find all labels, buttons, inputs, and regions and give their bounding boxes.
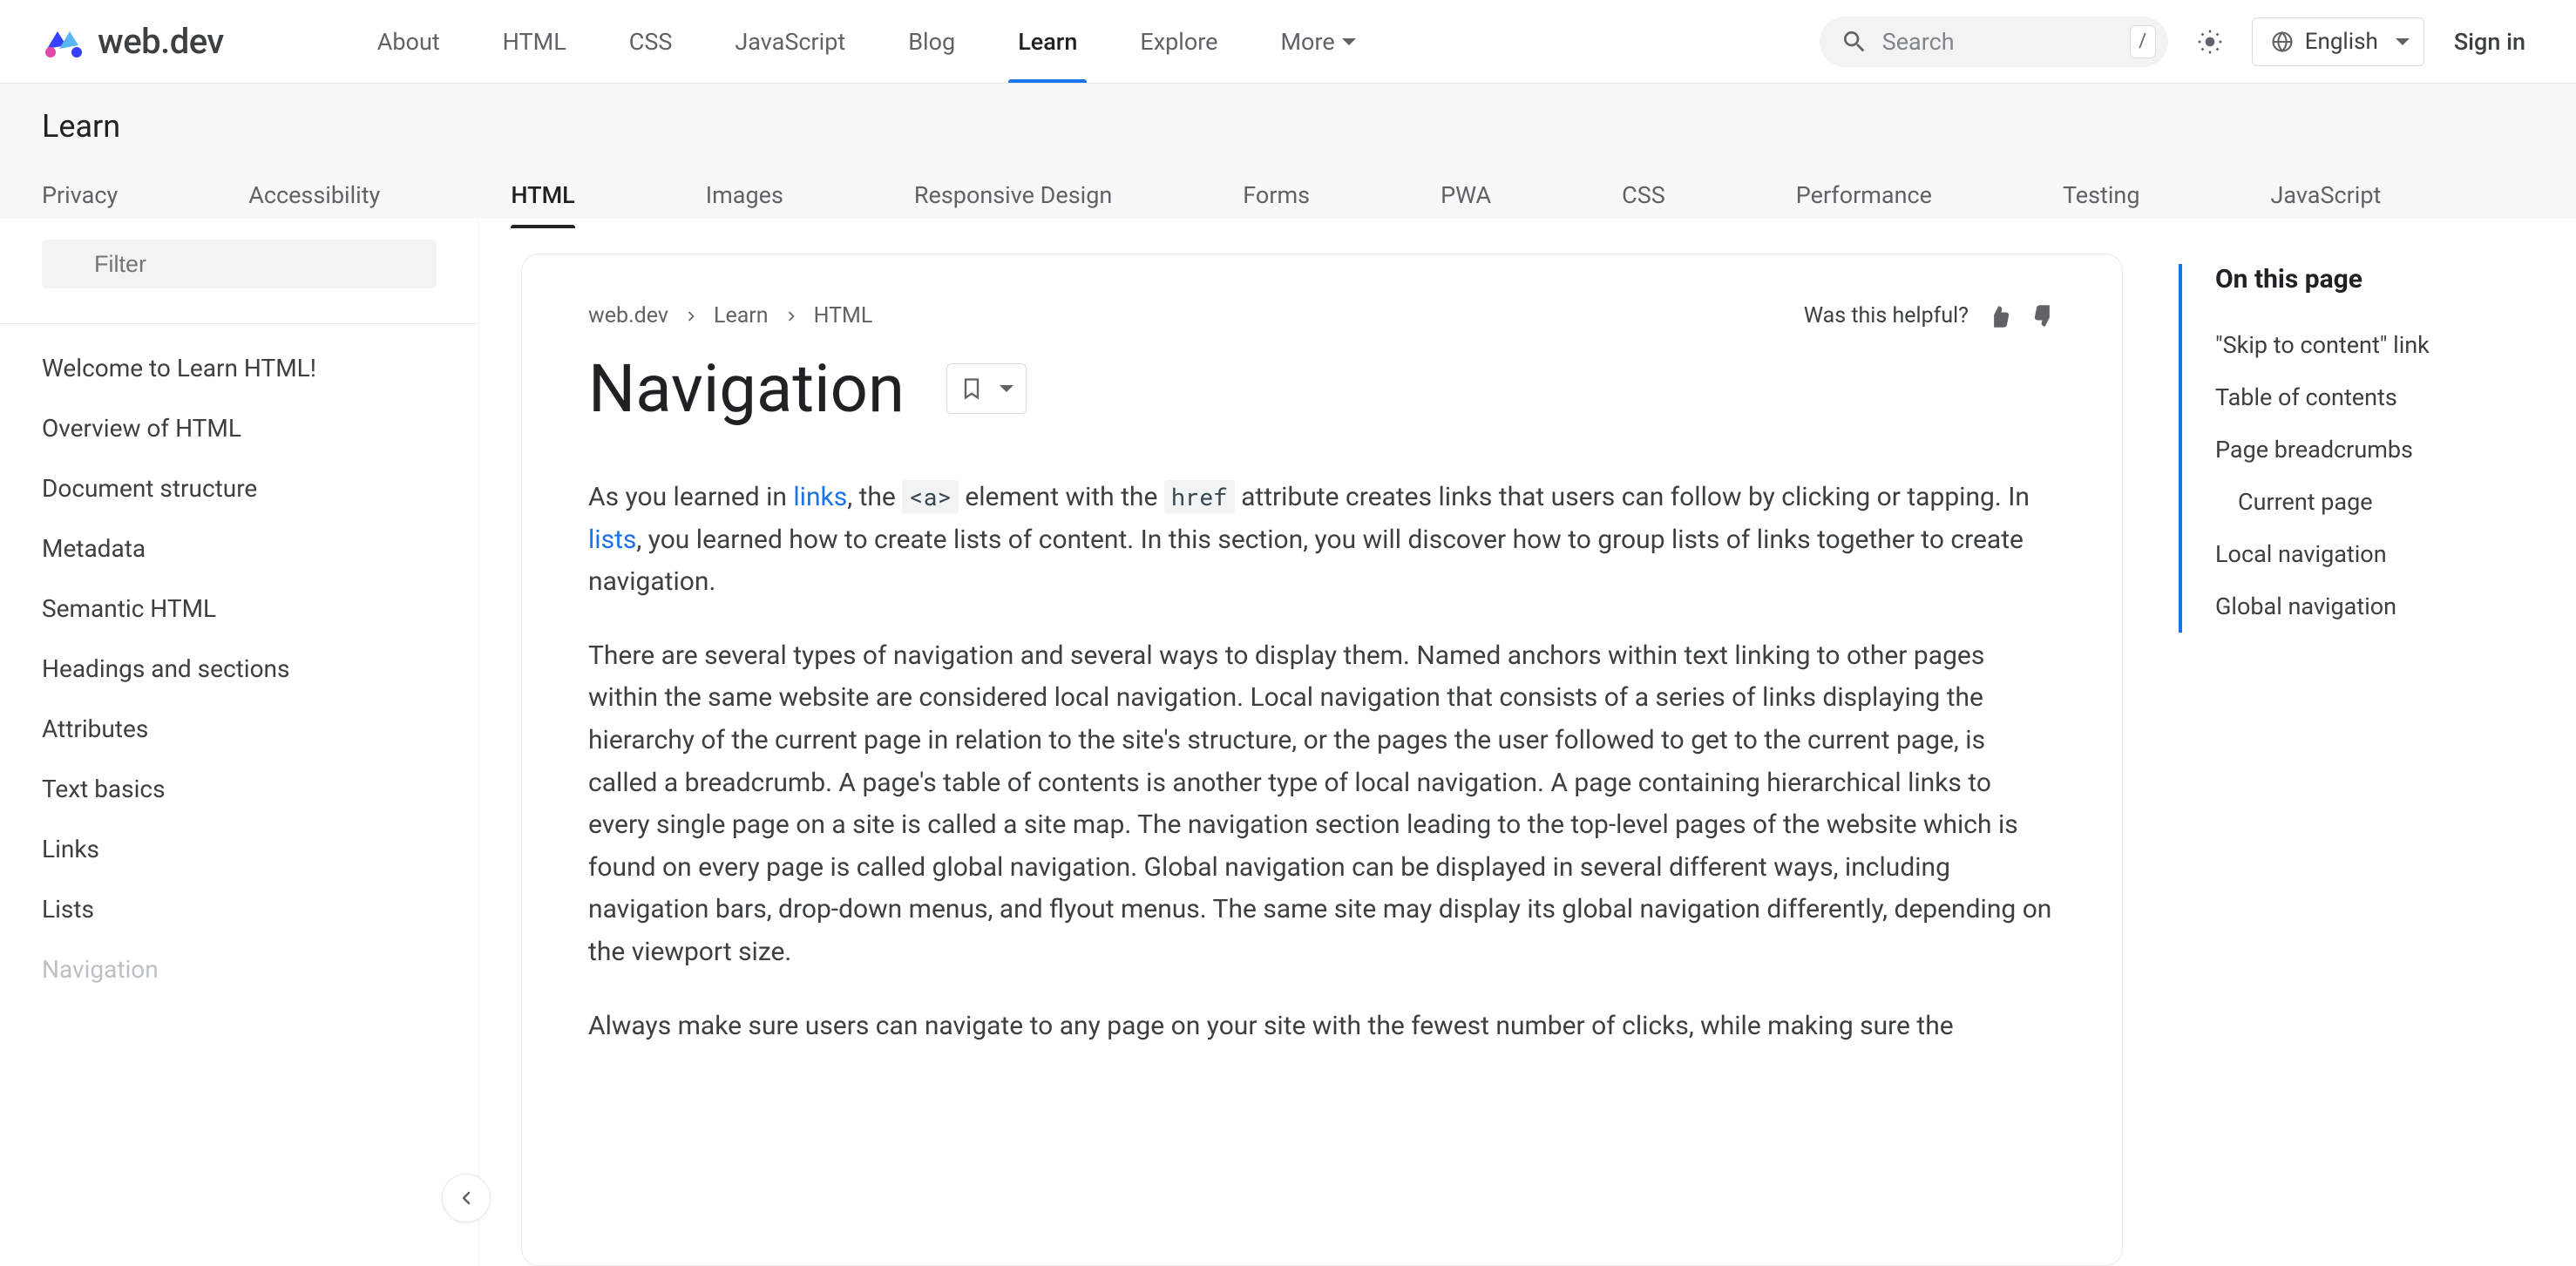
language-label: English [2305,29,2378,55]
top-tab-learn[interactable]: Learn [986,0,1108,83]
sidebar-item-navigation[interactable]: Navigation [0,939,478,999]
subtab-javascript[interactable]: JavaScript [2271,164,2382,228]
helpful-label: Was this helpful? [1804,303,1969,328]
sidebar-collapse-button[interactable] [442,1174,491,1222]
subtab-forms[interactable]: Forms [1243,164,1310,228]
sidebar-item-links[interactable]: Links [0,819,478,879]
toc-item-current-page[interactable]: Current page [2215,476,2550,528]
toc-item-breadcrumbs[interactable]: Page breadcrumbs [2215,423,2550,476]
bookmark-button[interactable] [946,363,1027,414]
subtab-performance[interactable]: Performance [1796,164,1932,228]
sidebar-scroll[interactable]: Welcome to Learn HTML! Overview of HTML … [0,338,478,1266]
toc-title: On this page [2215,264,2550,294]
search-icon [1840,28,1868,56]
theme-toggle[interactable] [2189,21,2231,63]
top-right: Search / English Sign in [1820,17,2534,67]
subtab-testing[interactable]: Testing [2063,164,2140,228]
chevron-down-icon [2396,38,2410,45]
link-lists[interactable]: lists [588,525,636,555]
paragraph: Always make sure users can navigate to a… [588,1005,2056,1048]
divider [0,323,478,324]
top-tab-html[interactable]: HTML [471,0,598,83]
toc-item-skip[interactable]: "Skip to content" link [2215,319,2550,371]
filter-container [0,219,478,309]
toc-item-toc[interactable]: Table of contents [2215,371,2550,423]
breadcrumb: web.dev Learn HTML [588,303,872,328]
sidebar-item-overview[interactable]: Overview of HTML [0,398,478,458]
thumb-down-icon[interactable] [2031,304,2056,328]
search-input[interactable]: Search / [1820,17,2168,67]
chevron-down-icon [1000,385,1013,392]
code-a: <a> [902,480,959,514]
chevron-left-icon [456,1188,477,1208]
article: web.dev Learn HTML Was this helpful? Nav… [521,254,2123,1266]
sidebar-item-text-basics[interactable]: Text basics [0,759,478,819]
toc-item-global-nav[interactable]: Global navigation [2215,580,2550,633]
paragraph: As you learned in links, the <a> element… [588,477,2056,604]
thumb-up-icon[interactable] [1988,304,2012,328]
top-tab-blog[interactable]: Blog [877,0,986,83]
top-tab-explore[interactable]: Explore [1108,0,1249,83]
subtab-css[interactable]: CSS [1622,164,1665,228]
bookmark-icon [959,376,984,401]
chevron-right-icon [783,308,800,325]
top-tab-javascript[interactable]: JavaScript [703,0,877,83]
signin-button[interactable]: Sign in [2445,28,2534,56]
paragraph: There are several types of navigation an… [588,635,2056,974]
helpful-widget: Was this helpful? [1804,303,2056,328]
sidebar-item-attributes[interactable]: Attributes [0,699,478,759]
subtab-responsive[interactable]: Responsive Design [914,164,1112,228]
breadcrumb-link[interactable]: web.dev [588,303,668,328]
sidebar-item-document-structure[interactable]: Document structure [0,458,478,518]
sidebar-item-headings[interactable]: Headings and sections [0,639,478,699]
subheader: Learn Privacy Accessibility HTML Images … [0,84,2576,219]
sun-icon [2196,28,2224,56]
subtab-html[interactable]: HTML [511,164,574,228]
top-tab-more-label: More [1280,28,1334,56]
table-of-contents: On this page "Skip to content" link Tabl… [2158,254,2550,1266]
subheader-title: Learn [42,108,2534,145]
logo-text: web.dev [98,21,224,62]
logo[interactable]: web.dev [42,21,224,63]
logo-icon [42,21,84,63]
sidebar-item-semantic-html[interactable]: Semantic HTML [0,579,478,639]
subtab-images[interactable]: Images [706,164,783,228]
top-tabs: About HTML CSS JavaScript Blog Learn Exp… [346,0,1387,83]
sidebar-item-lists[interactable]: Lists [0,879,478,939]
top-tab-more[interactable]: More [1249,0,1386,83]
breadcrumb-link[interactable]: Learn [714,303,769,328]
link-links[interactable]: links [793,482,847,512]
globe-icon [2270,30,2295,54]
filter-input[interactable] [42,240,437,288]
toc-item-local-nav[interactable]: Local navigation [2215,528,2550,580]
breadcrumb-link[interactable]: HTML [814,303,873,328]
sidebar-item-metadata[interactable]: Metadata [0,518,478,579]
search-shortcut: / [2130,25,2156,58]
sidebar: Welcome to Learn HTML! Overview of HTML … [0,219,479,1266]
page-title: Navigation [588,349,905,428]
chevron-down-icon [1342,38,1356,45]
search-placeholder: Search [1882,28,2130,56]
language-selector[interactable]: English [2252,17,2424,66]
code-href: href [1164,480,1235,514]
chevron-right-icon [682,308,700,325]
main-content: web.dev Learn HTML Was this helpful? Nav… [479,219,2576,1266]
sidebar-item-welcome[interactable]: Welcome to Learn HTML! [0,338,478,398]
top-tab-about[interactable]: About [346,0,471,83]
subtab-pwa[interactable]: PWA [1441,164,1491,228]
topnav: web.dev About HTML CSS JavaScript Blog L… [0,0,2576,84]
top-tab-css[interactable]: CSS [598,0,704,83]
